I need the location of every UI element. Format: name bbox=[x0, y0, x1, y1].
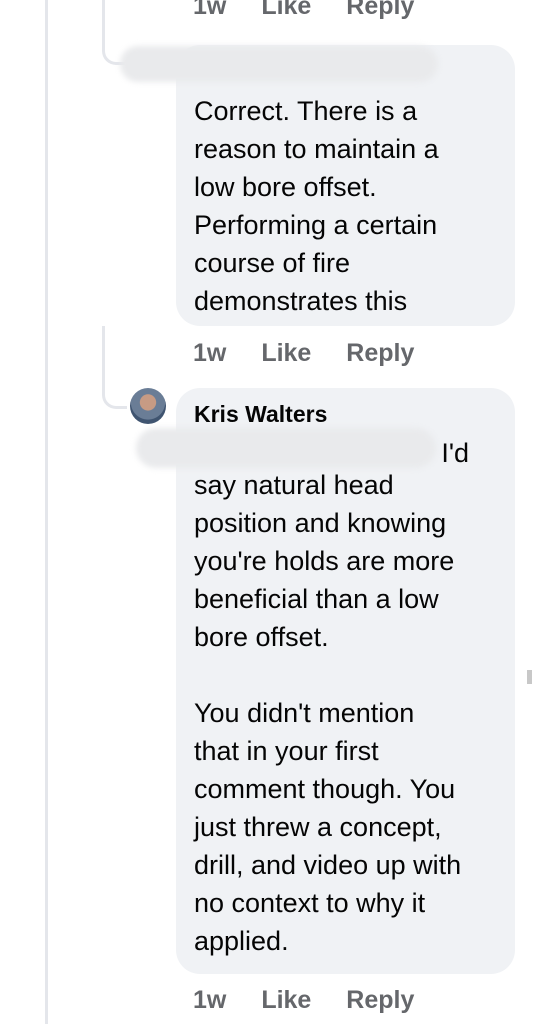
comment-actions: 1w Like Reply bbox=[193, 986, 442, 1015]
like-button[interactable]: Like bbox=[261, 0, 311, 20]
thread-line bbox=[102, 0, 105, 40]
mention-tail: I'd bbox=[441, 438, 469, 468]
comment-text: say natural head position and knowing yo… bbox=[194, 470, 462, 956]
like-button[interactable]: Like bbox=[261, 339, 311, 367]
reply-button[interactable]: Reply bbox=[346, 0, 414, 20]
redacted-author bbox=[120, 46, 438, 82]
reply-connector bbox=[102, 326, 127, 409]
thread-line bbox=[45, 0, 48, 1024]
redacted-mention bbox=[136, 428, 436, 468]
timestamp[interactable]: 1w bbox=[193, 986, 226, 1014]
comment-actions: 1w Like Reply bbox=[193, 339, 442, 368]
reply-button[interactable]: Reply bbox=[346, 339, 414, 367]
like-button[interactable]: Like bbox=[261, 986, 311, 1014]
avatar[interactable] bbox=[130, 388, 166, 424]
comment-bubble: Correct. There is a reason to maintain a… bbox=[176, 45, 515, 326]
timestamp[interactable]: 1w bbox=[193, 0, 226, 20]
scrollbar[interactable] bbox=[527, 670, 532, 684]
comment-bubble: Kris Walters I'd say natural head positi… bbox=[176, 388, 515, 974]
timestamp[interactable]: 1w bbox=[193, 339, 226, 367]
comment-text: Correct. There is a reason to maintain a… bbox=[194, 96, 439, 316]
comment-author[interactable]: Kris Walters bbox=[194, 400, 499, 428]
reply-button[interactable]: Reply bbox=[346, 986, 414, 1014]
comment-actions: 1w Like Reply bbox=[193, 0, 442, 21]
